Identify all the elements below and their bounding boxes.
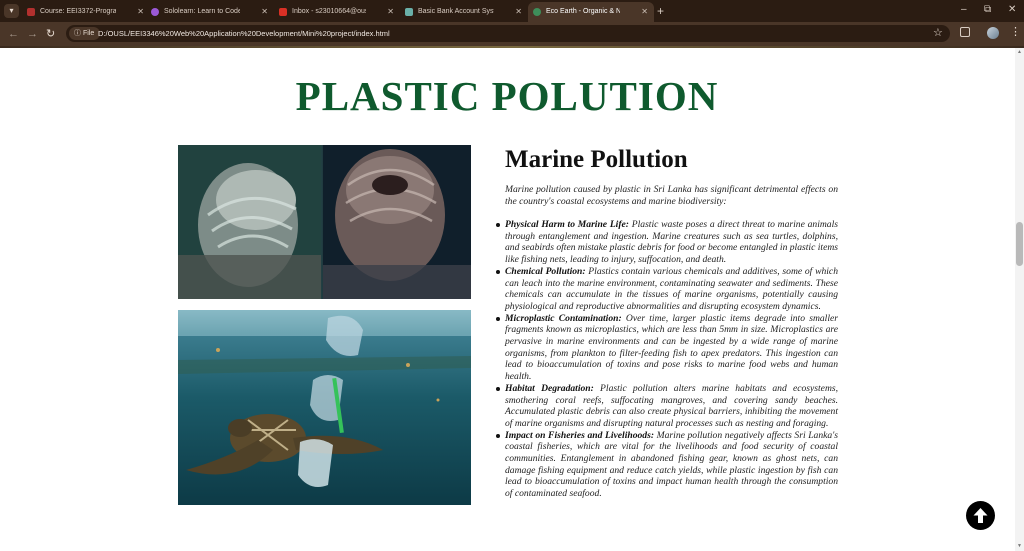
scroll-down-arrow-icon[interactable]: ▼ bbox=[1016, 543, 1023, 549]
list-item: Chemical Pollution: Plastics contain var… bbox=[496, 265, 838, 313]
scroll-up-arrow-icon[interactable]: ▲ bbox=[1016, 49, 1023, 55]
minimize-icon[interactable]: – bbox=[961, 3, 967, 17]
tab-inbox[interactable]: Inbox - s23010664@ousl.lk - Th ✕ bbox=[274, 2, 400, 22]
point-heading: Impact on Fisheries and Livelihoods: bbox=[505, 429, 655, 441]
list-item: Microplastic Contamination: Over time, l… bbox=[496, 312, 838, 383]
address-bar[interactable]: ⓘ File D:/OUSL/EEI3346%20Web%20Applicati… bbox=[66, 25, 950, 42]
menu-kebab-icon[interactable]: ⋮ bbox=[1010, 25, 1021, 38]
page-title: PLASTIC POLUTION bbox=[295, 73, 719, 119]
scrollbar-track[interactable] bbox=[1015, 48, 1024, 551]
impact-list: Physical Harm to Marine Life: Plastic wa… bbox=[496, 219, 838, 500]
point-heading: Physical Harm to Marine Life: bbox=[505, 219, 629, 230]
turtle-plastic-image bbox=[178, 310, 471, 505]
close-window-icon[interactable]: ✕ bbox=[1008, 3, 1016, 17]
scroll-to-top-button[interactable] bbox=[966, 501, 995, 530]
list-item: Habitat Degradation: Plastic pollution a… bbox=[496, 382, 838, 430]
bookmark-star-icon[interactable]: ☆ bbox=[933, 26, 943, 39]
intro-paragraph: Marine pollution caused by plastic in Sr… bbox=[505, 184, 838, 207]
tab-sololearn[interactable]: Sololearn: Learn to Code ✕ bbox=[146, 2, 274, 22]
tab-eco-earth[interactable]: Eco Earth - Organic & Natural ✕ bbox=[528, 2, 654, 22]
reload-icon[interactable]: ↻ bbox=[46, 27, 55, 41]
tab-course[interactable]: Course: EEI3372-Programming ✕ bbox=[22, 2, 150, 22]
arrow-up-icon bbox=[973, 508, 988, 523]
close-tab-icon[interactable]: ✕ bbox=[641, 2, 648, 22]
point-heading: Chemical Pollution: bbox=[505, 265, 586, 277]
page-header-strip bbox=[0, 46, 1024, 48]
eco-favicon-icon bbox=[533, 8, 541, 16]
browser-toolbar: ← → ↻ ⓘ File D:/OUSL/EEI3346%20Web%20App… bbox=[0, 22, 1024, 46]
forward-arrow-icon[interactable]: → bbox=[27, 27, 38, 41]
section-title: Marine Pollution bbox=[505, 146, 688, 173]
restore-icon[interactable]: ⧉ bbox=[984, 3, 991, 17]
tab-title: Basic Bank Account System bbox=[418, 8, 494, 15]
sololearn-favicon-icon bbox=[151, 8, 159, 16]
profile-avatar[interactable] bbox=[987, 27, 999, 39]
seal-entangled-image bbox=[178, 145, 471, 299]
tab-title: Sololearn: Learn to Code bbox=[164, 8, 240, 15]
extensions-icon[interactable] bbox=[960, 27, 970, 37]
tab-title: Course: EEI3372-Programming bbox=[40, 8, 116, 15]
close-tab-icon[interactable]: ✕ bbox=[137, 2, 144, 22]
tab-title: Eco Earth - Organic & Natural bbox=[546, 8, 620, 15]
url-text[interactable]: D:/OUSL/EEI3346%20Web%20Application%20De… bbox=[98, 25, 390, 42]
scrollbar-thumb[interactable] bbox=[1016, 222, 1023, 266]
bank-favicon-icon bbox=[405, 8, 413, 16]
point-heading: Microplastic Contamination: bbox=[505, 312, 622, 324]
site-info-chip[interactable]: ⓘ File bbox=[69, 27, 101, 40]
tab-search-icon[interactable]: ▾ bbox=[4, 4, 19, 18]
back-arrow-icon[interactable]: ← bbox=[8, 27, 19, 41]
close-tab-icon[interactable]: ✕ bbox=[261, 2, 268, 22]
close-tab-icon[interactable]: ✕ bbox=[515, 2, 522, 22]
course-favicon-icon bbox=[27, 8, 35, 16]
list-item: Physical Harm to Marine Life: Plastic wa… bbox=[496, 219, 838, 266]
close-tab-icon[interactable]: ✕ bbox=[387, 2, 394, 22]
new-tab-button[interactable]: + bbox=[657, 3, 664, 19]
scheme-label: File bbox=[82, 30, 95, 37]
point-heading: Habitat Degradation: bbox=[505, 382, 594, 394]
tab-title: Inbox - s23010664@ousl.lk - Th bbox=[292, 8, 366, 15]
tab-strip: ▾ Course: EEI3372-Programming ✕ Sololear… bbox=[0, 0, 1024, 22]
gmail-favicon-icon bbox=[279, 8, 287, 16]
tab-bank[interactable]: Basic Bank Account System ✕ bbox=[400, 2, 528, 22]
list-item: Impact on Fisheries and Livelihoods: Mar… bbox=[496, 429, 838, 500]
